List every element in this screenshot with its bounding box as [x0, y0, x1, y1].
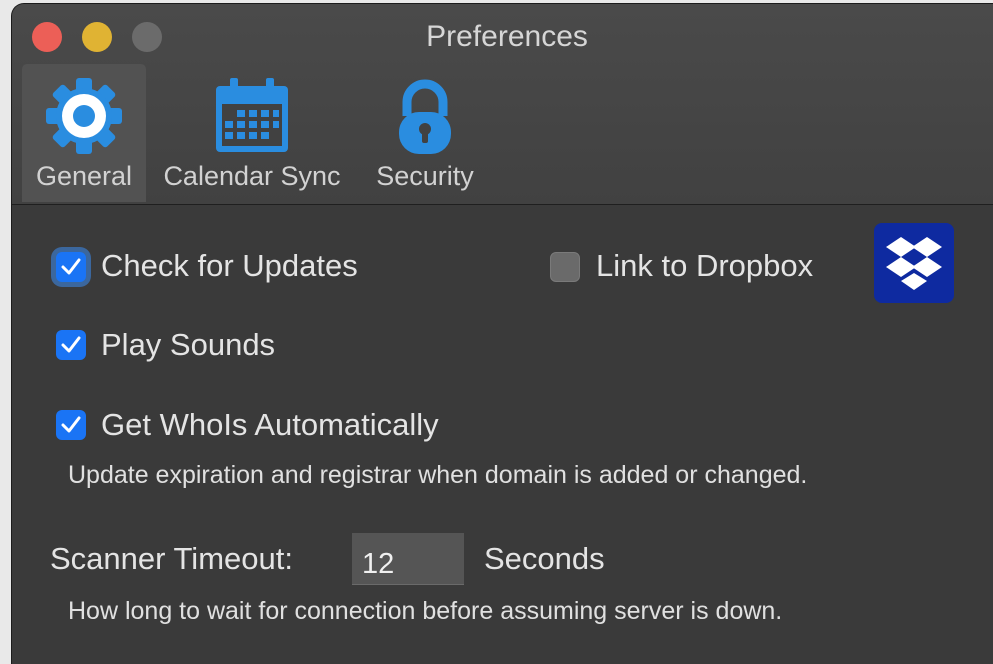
lock-icon — [385, 76, 465, 161]
check-updates-label[interactable]: Check for Updates — [101, 248, 358, 284]
preferences-window: Preferences General Calendar Sync Securi… — [12, 4, 993, 664]
tab-general[interactable]: General — [22, 64, 146, 202]
calendar-icon — [212, 76, 292, 161]
whois-description: Update expiration and registrar when dom… — [68, 461, 808, 489]
dropbox-logo — [874, 223, 954, 303]
checkmark-icon — [61, 258, 81, 275]
scanner-timeout-description: How long to wait for connection before a… — [68, 597, 783, 625]
check-updates-checkbox[interactable] — [56, 252, 86, 282]
tab-general-label: General — [35, 161, 133, 191]
get-whois-checkbox[interactable] — [56, 410, 86, 440]
scanner-timeout-unit: Seconds — [484, 541, 605, 576]
tab-security[interactable]: Security — [362, 64, 488, 202]
gear-icon — [44, 76, 124, 161]
tab-security-label: Security — [376, 161, 474, 191]
link-dropbox-checkbox[interactable] — [550, 252, 580, 282]
tab-calendar-sync[interactable]: Calendar Sync — [154, 64, 350, 202]
link-dropbox-label[interactable]: Link to Dropbox — [596, 248, 813, 284]
tab-calendar-sync-label: Calendar Sync — [163, 161, 341, 191]
window-title: Preferences — [426, 20, 588, 53]
scanner-timeout-input[interactable] — [352, 533, 464, 585]
checkmark-icon — [61, 336, 81, 353]
dropbox-icon — [886, 237, 942, 290]
checkmark-icon — [61, 416, 81, 433]
general-pane: Check for Updates Link to Dropbox Play S… — [12, 205, 993, 664]
play-sounds-checkbox[interactable] — [56, 330, 86, 360]
play-sounds-label[interactable]: Play Sounds — [101, 327, 275, 363]
scanner-timeout-label: Scanner Timeout: — [50, 541, 293, 576]
toolbar: Preferences General Calendar Sync Securi… — [12, 4, 993, 205]
get-whois-label[interactable]: Get WhoIs Automatically — [101, 407, 439, 443]
